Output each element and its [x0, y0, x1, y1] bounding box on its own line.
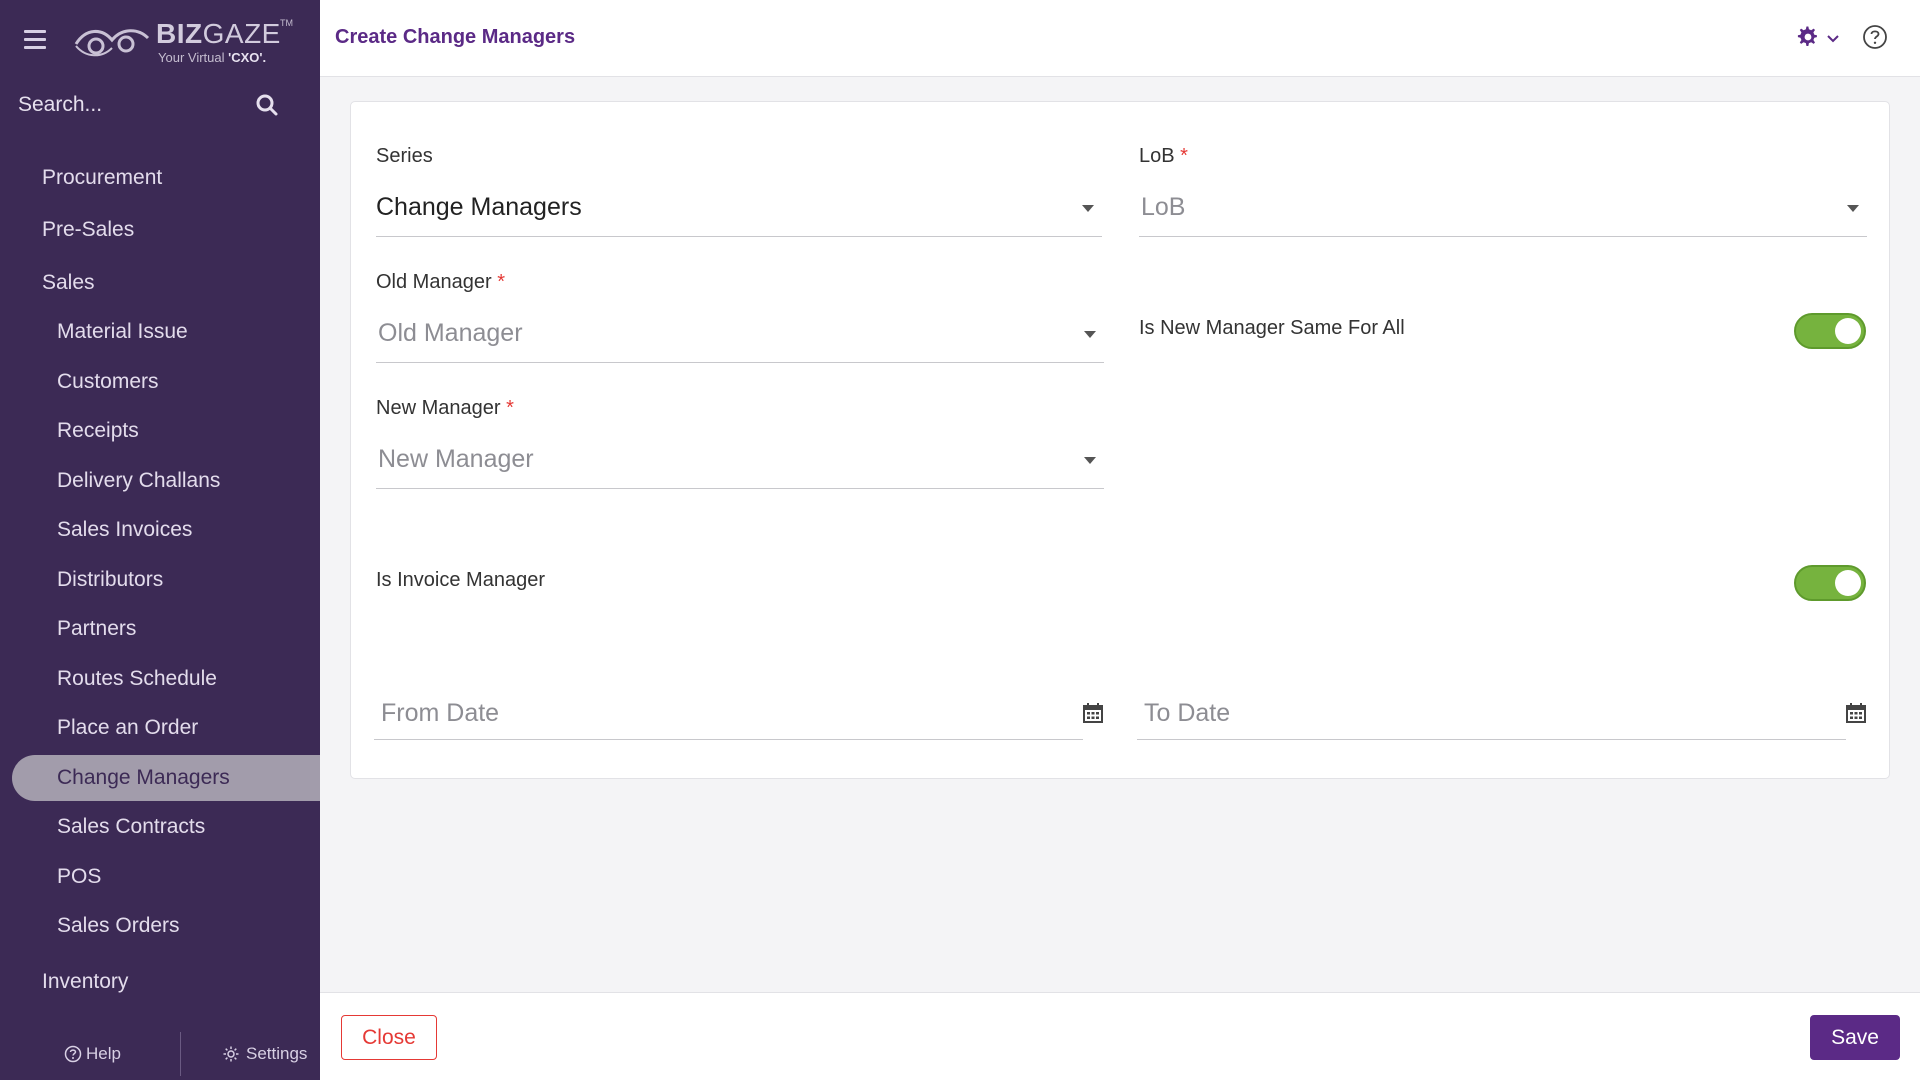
new-manager-dropdown[interactable]: New Manager [376, 433, 1104, 489]
sidebar-footer-divider [180, 1032, 181, 1076]
sidebar-item-customers[interactable]: Customers [0, 359, 320, 405]
invoice-manager-toggle[interactable] [1794, 565, 1866, 601]
new-manager-caret-icon [1084, 457, 1096, 464]
sidebar-item-procurement[interactable]: Procurement [0, 155, 320, 201]
search-input[interactable] [18, 88, 248, 122]
sidebar-item-material-issue[interactable]: Material Issue [0, 309, 320, 355]
save-button[interactable]: Save [1810, 1015, 1900, 1060]
lob-placeholder: LoB [1141, 193, 1186, 221]
same-for-all-toggle[interactable] [1794, 313, 1866, 349]
lob-required-mark: * [1180, 145, 1188, 167]
series-label: Series [376, 145, 433, 167]
series-dropdown[interactable]: Change Managers [376, 181, 1102, 237]
toggle-knob [1835, 570, 1861, 596]
lob-caret-icon [1847, 205, 1859, 212]
help-circle-icon [64, 1045, 82, 1063]
sidebar-footer: Help Settings [0, 1030, 320, 1080]
sidebar-item-pre-sales[interactable]: Pre-Sales [0, 207, 320, 253]
search-icon[interactable] [255, 93, 279, 117]
gear-icon [1797, 26, 1817, 47]
lob-label: LoB * [1139, 145, 1188, 167]
sidebar-item-pos[interactable]: POS [0, 854, 320, 900]
sidebar-item-routes-schedule[interactable]: Routes Schedule [0, 656, 320, 702]
sidebar-item-partners[interactable]: Partners [0, 606, 320, 652]
settings-gear-icon [223, 1046, 239, 1062]
page-header: Create Change Managers [320, 0, 1920, 77]
sidebar-item-sales-invoices[interactable]: Sales Invoices [0, 507, 320, 553]
bizgaze-logo: BIZGAZE TM Your Virtual 'CXO'. [72, 18, 293, 66]
series-caret-icon [1082, 205, 1094, 212]
sidebar-item-distributors[interactable]: Distributors [0, 557, 320, 603]
help-icon[interactable] [1862, 24, 1888, 50]
sidebar-item-sales-contracts[interactable]: Sales Contracts [0, 804, 320, 850]
help-link[interactable]: Help [64, 1044, 121, 1064]
form-card: Series Change Managers LoB * LoB Old Man… [350, 101, 1890, 779]
new-manager-label: New Manager * [376, 397, 514, 419]
lob-dropdown[interactable]: LoB [1139, 181, 1867, 237]
old-manager-required-mark: * [497, 271, 505, 293]
new-manager-placeholder: New Manager [378, 445, 534, 473]
sidebar-item-change-managers[interactable]: Change Managers [12, 755, 320, 801]
same-for-all-label: Is New Manager Same For All [1139, 317, 1405, 339]
from-date-calendar-icon[interactable] [1082, 702, 1104, 724]
to-date-calendar-icon[interactable] [1845, 702, 1867, 724]
settings-label: Settings [246, 1044, 308, 1063]
sidebar-item-receipts[interactable]: Receipts [0, 408, 320, 454]
owl-logo-icon [74, 29, 150, 57]
to-date-input[interactable] [1137, 684, 1846, 740]
logo-trademark: TM [280, 18, 293, 28]
new-manager-required-mark: * [506, 397, 514, 419]
old-manager-dropdown[interactable]: Old Manager [376, 307, 1104, 363]
logo-wordmark: BIZGAZE [156, 18, 281, 49]
old-manager-placeholder: Old Manager [378, 319, 523, 347]
old-manager-label: Old Manager * [376, 271, 505, 293]
page-footer: Close Save [320, 992, 1920, 1080]
old-manager-caret-icon [1084, 331, 1096, 338]
header-settings-dropdown[interactable] [1797, 26, 1843, 50]
close-button[interactable]: Close [341, 1015, 437, 1060]
sidebar: BIZGAZE TM Your Virtual 'CXO'. Procureme… [0, 0, 320, 1080]
page-title: Create Change Managers [335, 26, 576, 48]
sidebar-item-sales[interactable]: Sales [0, 260, 320, 306]
series-value: Change Managers [376, 193, 582, 221]
logo-tagline: Your Virtual 'CXO'. [158, 50, 267, 65]
sidebar-item-delivery-challans[interactable]: Delivery Challans [0, 458, 320, 504]
toggle-knob [1835, 318, 1861, 344]
sidebar-search [18, 88, 280, 122]
help-label: Help [86, 1044, 121, 1063]
sidebar-header: BIZGAZE TM Your Virtual 'CXO'. [0, 0, 320, 80]
from-date-input[interactable] [374, 684, 1083, 740]
invoice-manager-label: Is Invoice Manager [376, 569, 545, 591]
hamburger-menu-icon[interactable] [24, 30, 46, 50]
settings-link[interactable]: Settings [222, 1044, 307, 1064]
sidebar-item-inventory[interactable]: Inventory [0, 959, 320, 1005]
chevron-down-icon [1827, 35, 1839, 43]
sidebar-item-place-an-order[interactable]: Place an Order [0, 705, 320, 751]
sidebar-item-sales-orders[interactable]: Sales Orders [0, 903, 320, 949]
